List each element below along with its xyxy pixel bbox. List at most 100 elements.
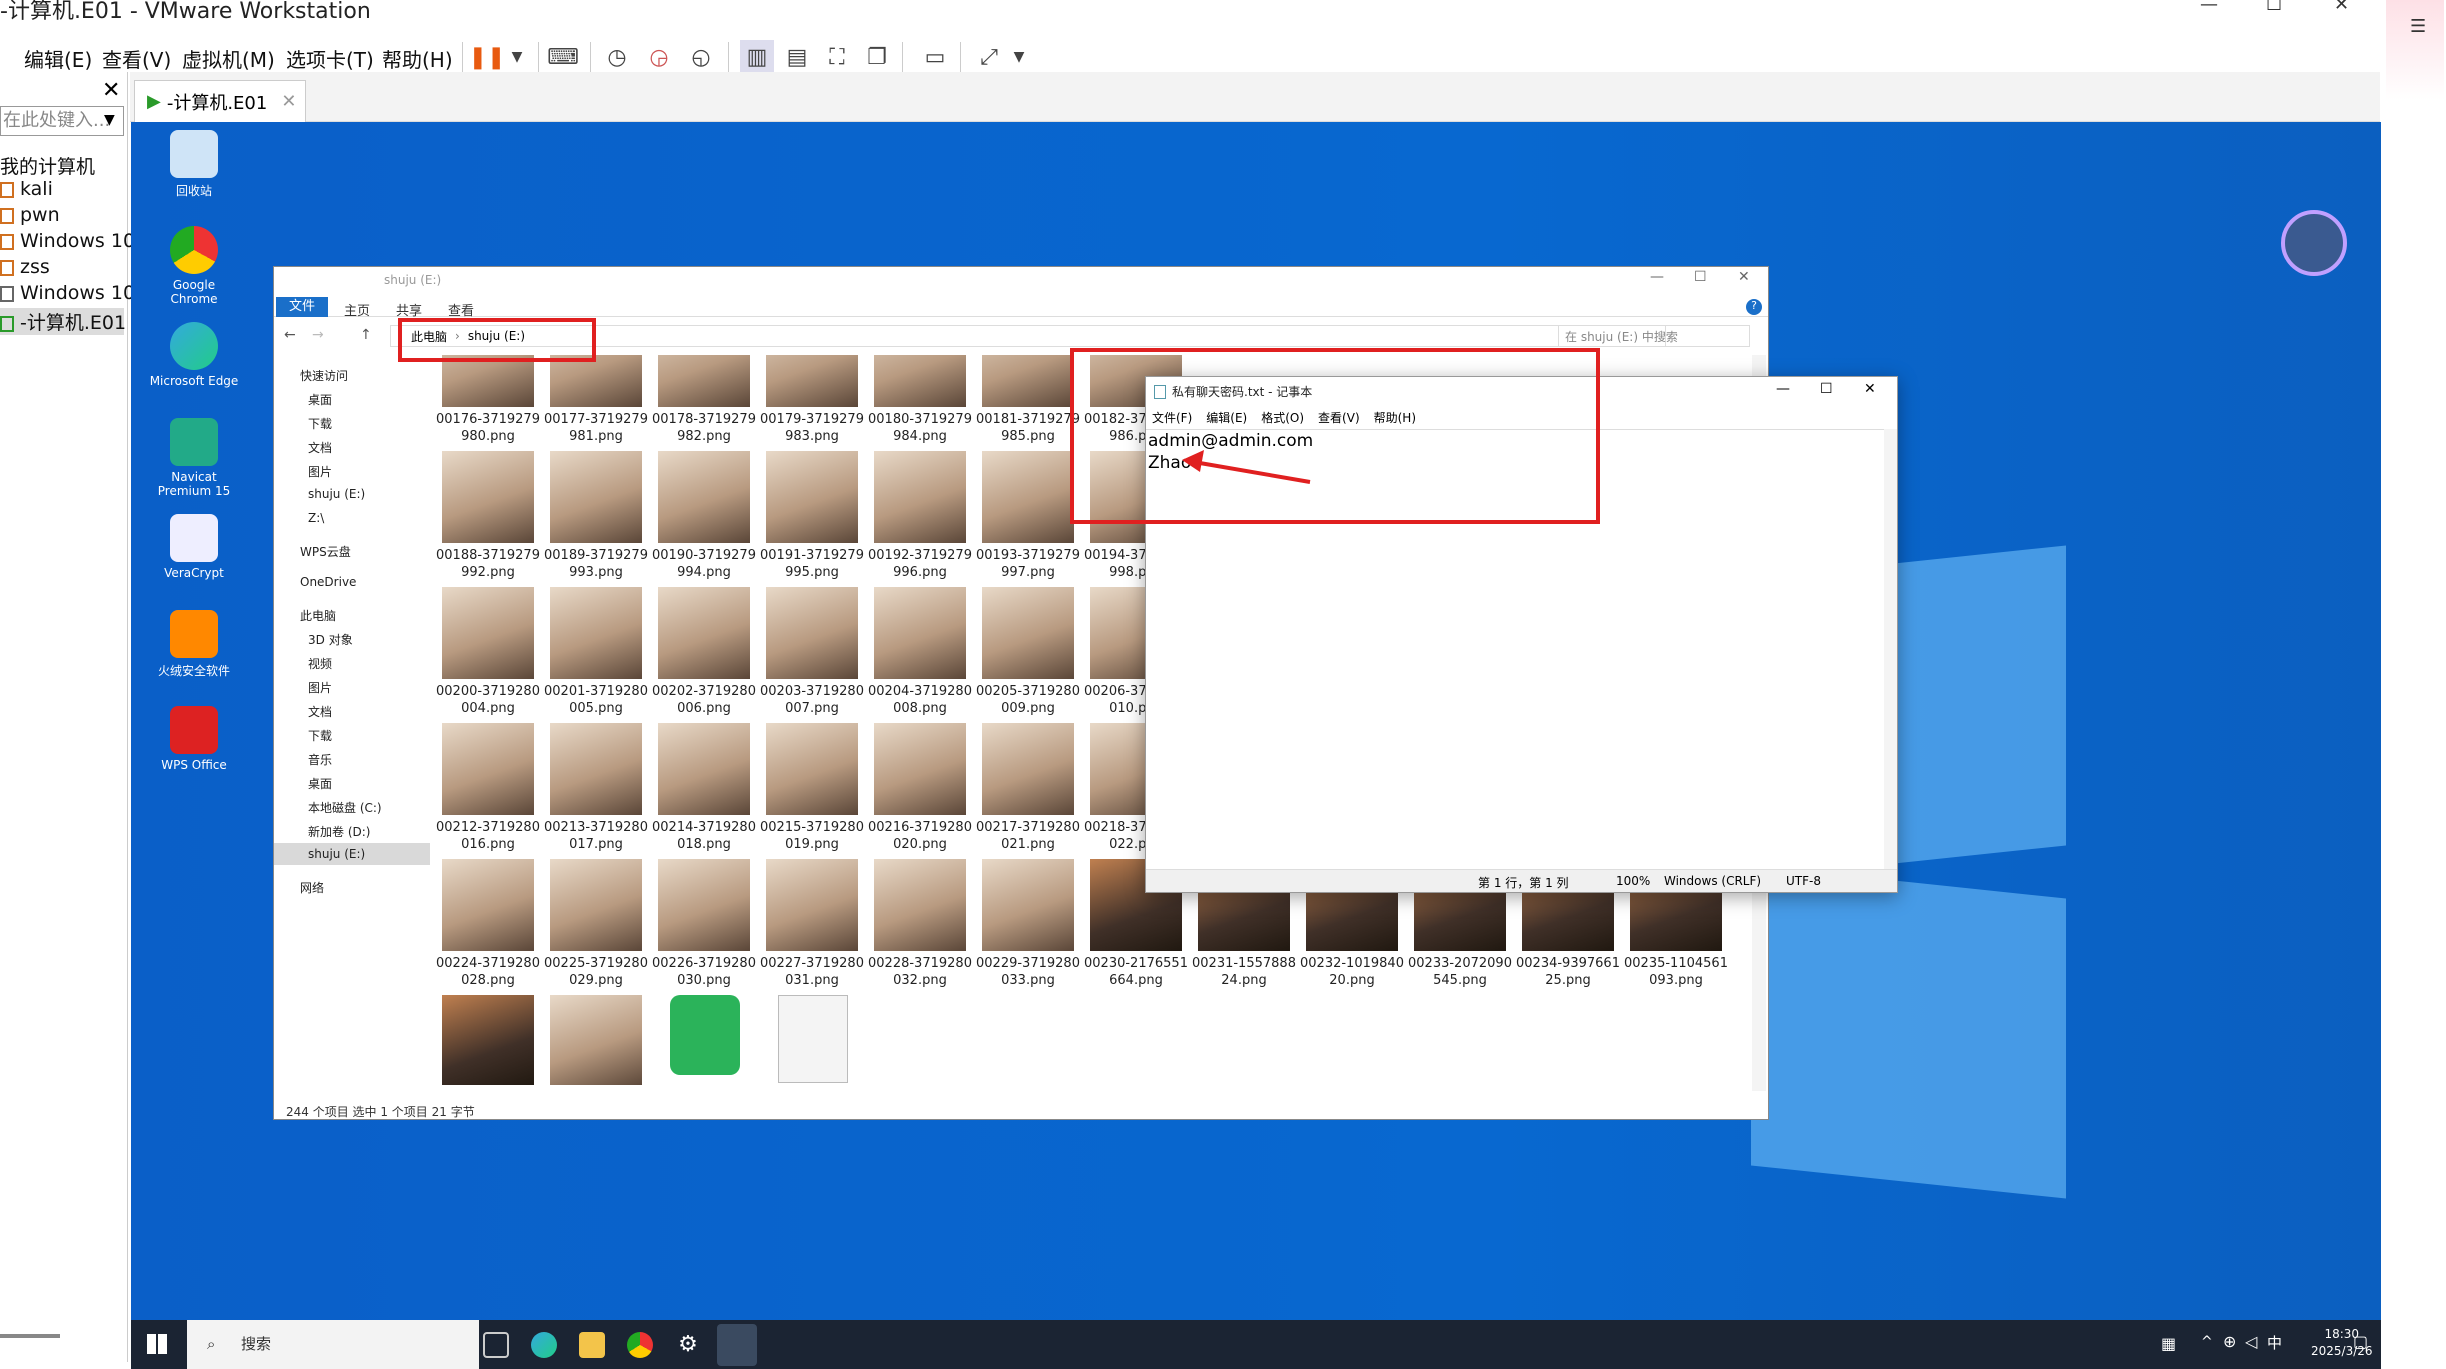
notepad-close-button[interactable]: ✕ xyxy=(1864,381,1876,397)
tab-computer-e01[interactable]: ▶ -计算机.E01 ✕ xyxy=(134,80,306,122)
file-thumbnail[interactable] xyxy=(550,995,642,1085)
network-icon[interactable]: ⊕ xyxy=(2223,1332,2236,1351)
help-icon[interactable]: ? xyxy=(1746,299,1762,315)
file-thumbnail[interactable] xyxy=(658,355,750,407)
stretch-dropdown-icon[interactable]: ▼ xyxy=(1002,40,1036,74)
nav-3d-objects[interactable]: 3D 对象 xyxy=(308,631,353,648)
file-thumbnail[interactable] xyxy=(982,859,1074,951)
tree-item-kali[interactable]: kali xyxy=(0,178,53,200)
unity-icon[interactable]: ❐ xyxy=(860,40,894,74)
tree-item-pwn[interactable]: pwn xyxy=(0,204,60,226)
file-thumbnail[interactable] xyxy=(766,451,858,543)
tree-item-zss[interactable]: zss xyxy=(0,256,50,278)
library-scrollbar[interactable] xyxy=(0,1334,60,1338)
file-thumbnail[interactable] xyxy=(442,587,534,679)
file-thumbnail[interactable] xyxy=(658,587,750,679)
notepad-taskbar-icon[interactable] xyxy=(717,1324,757,1366)
xlsx-file-icon[interactable] xyxy=(670,995,740,1075)
nav-music[interactable]: 音乐 xyxy=(308,751,332,768)
veracrypt-icon[interactable]: VeraCrypt xyxy=(149,514,239,580)
file-thumbnail[interactable] xyxy=(874,859,966,951)
file-thumbnail[interactable] xyxy=(982,587,1074,679)
file-thumbnail[interactable] xyxy=(766,587,858,679)
notification-icon[interactable]: ▢ xyxy=(2353,1332,2368,1351)
file-thumbnail[interactable] xyxy=(550,587,642,679)
notepad-scrollbar[interactable] xyxy=(1884,429,1897,869)
file-thumbnail[interactable] xyxy=(442,859,534,951)
ribbon-view-tab[interactable]: 查看 xyxy=(448,300,474,319)
navicat-icon[interactable]: Navicat Premium 15 xyxy=(149,418,239,498)
nav-network[interactable]: 网络 xyxy=(300,879,324,896)
nav-downloads-2[interactable]: 下载 xyxy=(308,727,332,744)
snapshot-manager-icon[interactable]: ◵ xyxy=(684,40,718,74)
explorer-search-input[interactable]: 在 shuju (E:) 中搜索 xyxy=(1558,325,1750,347)
up-icon[interactable]: ↑ xyxy=(360,327,372,343)
file-explorer-taskbar-icon[interactable] xyxy=(579,1332,605,1358)
chrome-icon[interactable]: Google Chrome xyxy=(149,226,239,306)
nav-desktop[interactable]: 桌面 xyxy=(308,391,332,408)
file-thumbnail[interactable] xyxy=(442,723,534,815)
explorer-min-button[interactable]: — xyxy=(1650,269,1664,285)
nav-drive-e-selected[interactable]: shuju (E:) xyxy=(274,843,430,865)
ribbon-home-tab[interactable]: 主页 xyxy=(344,300,370,319)
nav-drive-z[interactable]: Z:\ xyxy=(308,511,324,525)
nav-this-pc[interactable]: 此电脑 xyxy=(300,607,336,624)
file-thumbnail[interactable] xyxy=(550,451,642,543)
tree-item-win10-a[interactable]: Windows 10 xyxy=(0,230,135,252)
explorer-max-button[interactable]: ☐ xyxy=(1694,269,1707,285)
keyboard-icon[interactable]: ▦ xyxy=(2161,1334,2176,1353)
file-thumbnail[interactable] xyxy=(442,355,534,407)
nav-wps-cloud[interactable]: WPS云盘 xyxy=(300,543,351,560)
chevron-down-icon[interactable]: ▼ xyxy=(500,40,534,74)
ribbon-share-tab[interactable]: 共享 xyxy=(396,300,422,319)
nav-onedrive[interactable]: OneDrive xyxy=(300,575,356,589)
file-thumbnail[interactable] xyxy=(658,451,750,543)
recycle-bin-icon[interactable]: 回收站 xyxy=(149,130,239,199)
task-view-icon[interactable] xyxy=(483,1332,509,1358)
hamburger-menu-icon[interactable]: ☰ xyxy=(2410,16,2426,37)
stretch-icon[interactable]: ⤢ xyxy=(972,40,1006,74)
file-thumbnail[interactable] xyxy=(766,723,858,815)
revert-snapshot-icon[interactable]: ◶ xyxy=(642,40,676,74)
maximize-button[interactable]: ☐ xyxy=(2266,0,2282,15)
edge-icon[interactable]: Microsoft Edge xyxy=(149,322,239,388)
notepad-max-button[interactable]: ☐ xyxy=(1820,381,1833,397)
tree-item-computer-e01[interactable]: -计算机.E01 xyxy=(0,308,126,335)
file-thumbnail[interactable] xyxy=(550,723,642,815)
file-thumbnail[interactable] xyxy=(982,451,1074,543)
wps-office-icon[interactable]: WPS Office xyxy=(149,706,239,772)
fullscreen-icon[interactable]: ⛶ xyxy=(820,40,854,74)
snapshot-icon[interactable]: ◷ xyxy=(600,40,634,74)
nav-drive-c[interactable]: 本地磁盘 (C:) xyxy=(308,799,382,816)
file-thumbnail[interactable] xyxy=(874,355,966,407)
file-thumbnail[interactable] xyxy=(550,859,642,951)
tree-my-computer[interactable]: 我的计算机 xyxy=(0,152,95,179)
minimize-button[interactable]: — xyxy=(2200,0,2218,15)
menu-vm[interactable]: 虚拟机(M) xyxy=(182,44,275,73)
chrome-taskbar-icon[interactable] xyxy=(627,1332,653,1358)
pause-icon[interactable]: ❚❚ xyxy=(469,40,506,74)
edge-taskbar-icon[interactable] xyxy=(531,1332,557,1358)
file-thumbnail[interactable] xyxy=(658,859,750,951)
file-thumbnail[interactable] xyxy=(766,355,858,407)
nav-downloads[interactable]: 下载 xyxy=(308,415,332,432)
send-keys-icon[interactable]: ⌨ xyxy=(546,40,580,74)
nav-documents[interactable]: 文档 xyxy=(308,439,332,456)
search-dropdown-icon[interactable]: ▼ xyxy=(104,112,115,128)
close-button[interactable]: ✕ xyxy=(2334,0,2349,15)
menu-view[interactable]: 查看(V) xyxy=(102,44,171,73)
library-view-icon[interactable]: ▥ xyxy=(740,40,774,74)
menu-edit[interactable]: 编辑(E) xyxy=(24,44,92,73)
file-thumbnail[interactable] xyxy=(874,451,966,543)
thumbnail-view-icon[interactable]: ▤ xyxy=(780,40,814,74)
notepad-min-button[interactable]: — xyxy=(1776,381,1790,397)
nav-drive-d[interactable]: 新加卷 (D:) xyxy=(308,823,370,840)
nav-pictures[interactable]: 图片 xyxy=(308,463,332,480)
tree-item-win10-b[interactable]: Windows 10 xyxy=(0,282,135,304)
menu-help[interactable]: 帮助(H) xyxy=(382,44,453,73)
ribbon-file-tab[interactable]: 文件 xyxy=(276,297,328,317)
volume-icon[interactable]: ◁ xyxy=(2245,1332,2257,1351)
txt-file-icon[interactable] xyxy=(778,995,848,1083)
settings-taskbar-icon[interactable]: ⚙ xyxy=(675,1332,701,1358)
tray-chevron-icon[interactable]: ^ xyxy=(2201,1334,2213,1350)
